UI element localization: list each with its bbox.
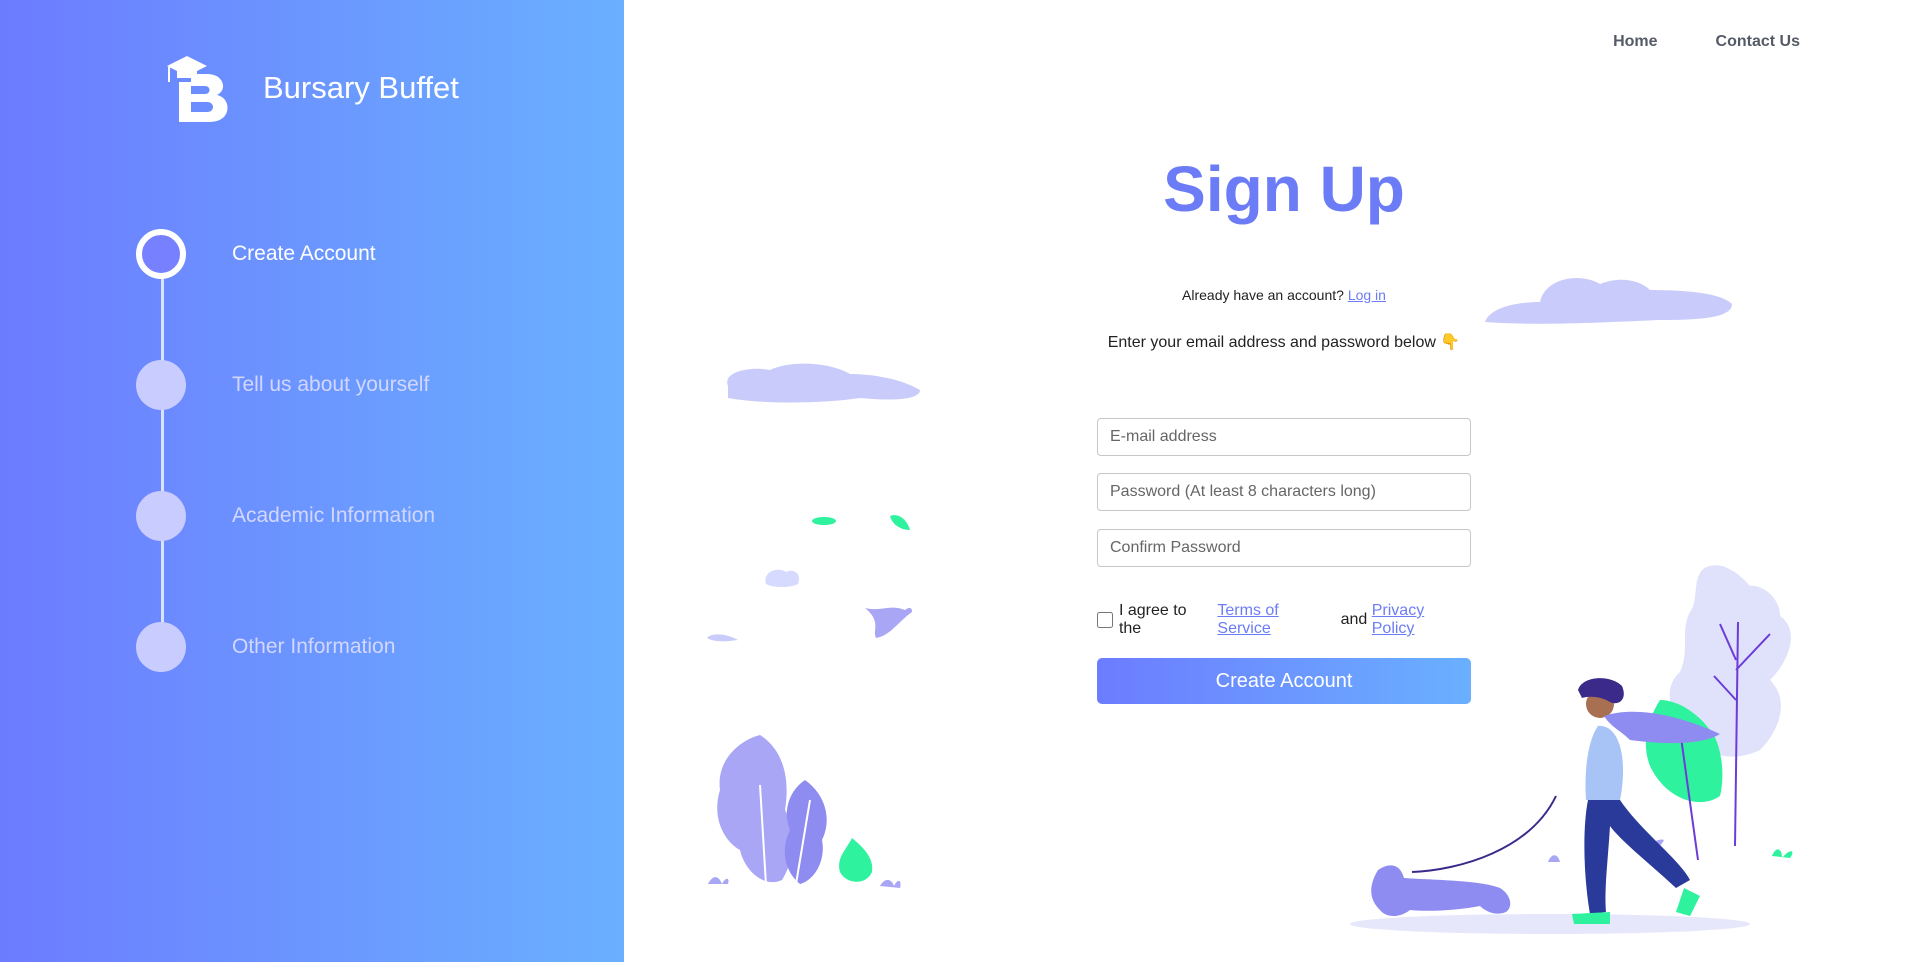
grass-icon: [1548, 855, 1560, 862]
top-nav: Home Contact Us: [1613, 33, 1800, 51]
leaf-icon: [812, 517, 836, 525]
step-indicator-active: [136, 229, 186, 279]
agree-prefix: I agree to the: [1118, 602, 1187, 637]
terms-checkbox[interactable]: [1097, 612, 1113, 628]
login-prompt-text: Already have an account?: [1182, 287, 1344, 303]
cloud-icon: [1485, 278, 1732, 324]
login-link[interactable]: Log in: [1348, 287, 1386, 303]
terms-of-service-link[interactable]: Terms of Service: [1217, 602, 1336, 638]
person-scarf: [1604, 711, 1720, 744]
login-prompt: Already have an account? Log in: [1097, 287, 1471, 303]
dog-icon: [1371, 865, 1511, 916]
step-label: Tell us about yourself: [232, 373, 430, 396]
sidebar: Bursary Buffet Create Account Tell us ab…: [0, 0, 624, 962]
email-field[interactable]: [1097, 418, 1471, 456]
step-indicator: [136, 622, 186, 672]
bird-icon: [865, 607, 912, 638]
password-field[interactable]: [1097, 473, 1471, 511]
ground-shadow: [1350, 914, 1750, 934]
step-tell-us-about-yourself[interactable]: Tell us about yourself: [136, 360, 429, 410]
form-instruction: Enter your email address and password be…: [1107, 334, 1461, 351]
step-indicator: [136, 491, 186, 541]
privacy-policy-link[interactable]: Privacy Policy: [1372, 602, 1471, 638]
brand-name: Bursary Buffet: [263, 70, 459, 105]
cloud-icon: [727, 363, 920, 403]
graduation-cap-b-logo-icon: [167, 56, 228, 122]
plant-icon: [784, 780, 827, 884]
person-body: [1585, 725, 1624, 800]
bush-icon: [1645, 700, 1723, 803]
agree-and: and: [1340, 611, 1368, 628]
create-account-button[interactable]: Create Account: [1097, 658, 1471, 704]
step-academic-information[interactable]: Academic Information: [136, 491, 435, 541]
nav-home[interactable]: Home: [1613, 33, 1657, 51]
shoe-icon: [1676, 888, 1700, 916]
person-hair: [1578, 678, 1624, 704]
grass-icon: [708, 877, 729, 884]
nav-contact-us[interactable]: Contact Us: [1716, 33, 1800, 51]
step-create-account[interactable]: Create Account: [136, 229, 376, 279]
person-legs: [1584, 800, 1690, 914]
step-label: Create Account: [232, 242, 376, 265]
step-label: Academic Information: [232, 504, 436, 527]
confirm-password-field[interactable]: [1097, 529, 1471, 567]
terms-agreement: I agree to the Terms of Service and Priv…: [1097, 602, 1471, 638]
shoe-icon: [1572, 912, 1610, 924]
step-indicator: [136, 360, 186, 410]
grass-icon: [1772, 849, 1793, 858]
grass-icon: [1646, 839, 1664, 852]
step-progress-line: [161, 253, 164, 647]
step-label: Other Information: [232, 635, 396, 658]
person-head-icon: [1586, 690, 1614, 718]
leash: [1411, 795, 1557, 873]
plant-icon: [717, 735, 793, 883]
step-other-information[interactable]: Other Information: [136, 622, 395, 672]
leaf-icon: [890, 515, 910, 530]
tree-icon: [1669, 565, 1791, 757]
page-title: Sign Up: [1163, 153, 1405, 225]
plant-icon: [839, 838, 873, 882]
cloud-icon: [765, 569, 800, 587]
brand[interactable]: Bursary Buffet: [165, 52, 459, 124]
cloud-icon: [707, 634, 738, 642]
grass-icon: [880, 879, 901, 888]
